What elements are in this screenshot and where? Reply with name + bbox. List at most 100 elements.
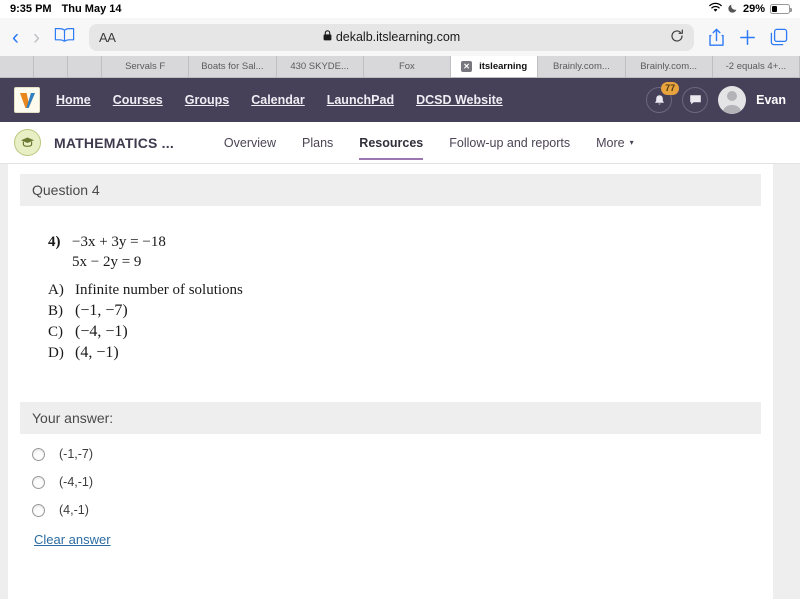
question-choice: C) (−4, −1) <box>48 323 761 341</box>
browser-tab-label: Fox <box>398 61 415 72</box>
tab-resources[interactable]: Resources <box>359 122 423 163</box>
plus-icon[interactable] <box>739 29 756 46</box>
nav-link-calendar[interactable]: Calendar <box>251 93 305 107</box>
answer-option-label: (4,-1) <box>59 503 89 517</box>
browser-tab-label: Brainly.com... <box>640 61 698 72</box>
answer-option-row[interactable]: (-4,-1) <box>32 475 761 489</box>
address-bar[interactable]: AA dekalb.itslearning.com <box>89 23 694 51</box>
browser-tab[interactable]: Brainly.com... <box>625 56 713 77</box>
browser-tab[interactable]: Fox <box>363 56 451 77</box>
reload-icon[interactable] <box>670 29 684 46</box>
test-content-card: Question 4 4) −3x + 3y = −18 5x − 2y = 9… <box>8 164 773 599</box>
browser-tab-label: Servals F <box>125 61 166 72</box>
tabs-icon[interactable] <box>770 28 788 46</box>
browser-tab-strip: Servals F Boats for Sal... 430 SKYDE... Fox… <box>0 56 800 78</box>
graduation-cap-icon <box>14 129 41 156</box>
nav-link-home[interactable]: Home <box>56 93 91 107</box>
lock-icon <box>323 30 332 44</box>
radio-button[interactable] <box>32 475 45 489</box>
question-choice: D) (4, −1) <box>48 344 761 362</box>
course-header: MATHEMATICS ... Overview Plans Resources Fo… <box>0 122 800 164</box>
status-time: 9:35 PM <box>10 3 52 15</box>
page-background: Question 4 4) −3x + 3y = −18 5x − 2y = 9… <box>0 164 800 599</box>
browser-tab-active[interactable]: ✕ itslearning <box>451 56 539 77</box>
choice-text: Infinite number of solutions <box>75 282 243 298</box>
bell-icon <box>654 94 664 104</box>
wifi-icon <box>708 2 723 16</box>
question-number: 4) <box>48 234 61 250</box>
nav-link-launchpad[interactable]: LaunchPad <box>327 93 394 107</box>
url-text: dekalb.itslearning.com <box>335 30 461 44</box>
browser-tab[interactable] <box>68 56 102 77</box>
url-text-wrap: dekalb.itslearning.com <box>89 30 694 44</box>
notification-badge: 77 <box>661 82 680 95</box>
question-image-area: 4) −3x + 3y = −18 5x − 2y = 9 A) Infinite… <box>20 206 761 402</box>
user-name[interactable]: Evan <box>756 93 786 107</box>
chevron-down-icon: ▾ <box>629 138 634 147</box>
tab-overview[interactable]: Overview <box>224 122 276 163</box>
equation-2: 5x − 2y = 9 <box>72 254 142 270</box>
nav-link-groups[interactable]: Groups <box>185 93 229 107</box>
clear-answer-link[interactable]: Clear answer <box>34 532 761 547</box>
browser-tab[interactable]: Boats for Sal... <box>189 56 277 77</box>
question-heading: Question 4 <box>20 174 761 206</box>
choice-letter: D) <box>48 345 64 361</box>
course-tab-label: Resources <box>359 135 424 150</box>
browser-tab-label: 430 SKYDE... <box>290 61 349 72</box>
course-tab-group: Overview Plans Resources Follow-up and repo… <box>224 122 634 163</box>
chat-bubble-icon <box>689 95 701 105</box>
page-title: MATHEMATICS ... <box>54 134 174 151</box>
avatar[interactable] <box>718 86 747 114</box>
choice-text: (−4, −1) <box>75 323 128 340</box>
math-problem: 4) −3x + 3y = −18 5x − 2y = 9 A) Infinite… <box>48 234 761 362</box>
browser-tab[interactable]: -2 equals 4+... <box>712 56 800 77</box>
status-date: Thu May 14 <box>61 3 122 15</box>
answer-option-row[interactable]: (4,-1) <box>32 503 761 517</box>
radio-button[interactable] <box>32 503 45 517</box>
forward-button[interactable]: › <box>33 27 40 48</box>
choice-letter: A) <box>48 282 64 298</box>
back-button[interactable]: ‹ <box>12 27 19 48</box>
itslearning-logo[interactable] <box>14 87 40 113</box>
tab-plans[interactable]: Plans <box>302 122 333 163</box>
course-tab-label: Overview <box>223 135 277 150</box>
equation-row-1: 4) −3x + 3y = −18 <box>48 234 761 251</box>
answer-options: (-1,-7) (-4,-1) (4,-1) <box>20 434 761 531</box>
question-choice: A) Infinite number of solutions <box>48 282 761 299</box>
browser-tab[interactable] <box>34 56 68 77</box>
choice-text: (−1, −7) <box>75 302 128 319</box>
tab-follow-up-and-reports[interactable]: Follow-up and reports <box>449 122 570 163</box>
course-tab-label: Follow-up and reports <box>449 135 571 150</box>
battery-icon <box>770 4 792 14</box>
browser-tab-label: itslearning <box>479 61 528 72</box>
browser-tab-label: -2 equals 4+... <box>725 61 787 72</box>
nav-link-group: Home Courses Groups Calendar LaunchPad DCSD W… <box>56 93 503 107</box>
choice-letter: B) <box>48 303 63 319</box>
browser-tab[interactable]: Brainly.com... <box>538 56 626 77</box>
choice-list: A) Infinite number of solutions B) (−1, −7)… <box>48 282 761 362</box>
moon-icon <box>728 3 738 16</box>
tab-more[interactable]: More ▾ <box>596 122 634 163</box>
your-answer-heading: Your answer: <box>20 402 761 434</box>
share-icon[interactable] <box>708 28 725 47</box>
answer-option-row[interactable]: (-1,-7) <box>32 447 761 461</box>
nav-link-courses[interactable]: Courses <box>113 93 163 107</box>
ios-status-bar: 9:35 PM Thu May 14 29% <box>0 0 800 18</box>
nav-link-dcsd-website[interactable]: DCSD Website <box>416 93 503 107</box>
course-tab-label: More <box>596 135 625 150</box>
close-icon[interactable]: ✕ <box>461 61 473 72</box>
browser-tab[interactable] <box>0 56 34 77</box>
radio-button[interactable] <box>32 447 45 461</box>
browser-tab-label: Boats for Sal... <box>201 61 264 72</box>
question-choice: B) (−1, −7) <box>48 302 761 320</box>
browser-toolbar: ‹ › AA dekalb.itslearning.com <box>0 18 800 56</box>
messages-button[interactable] <box>682 87 709 113</box>
browser-tab[interactable]: 430 SKYDE... <box>276 56 364 77</box>
book-icon[interactable] <box>54 27 75 48</box>
notifications-button[interactable]: 77 <box>646 82 680 113</box>
browser-tab-label: Brainly.com... <box>552 61 610 72</box>
answer-option-label: (-4,-1) <box>59 475 94 489</box>
browser-tab[interactable]: Servals F <box>102 56 190 77</box>
course-tab-label: Plans <box>302 135 334 150</box>
equation-1: −3x + 3y = −18 <box>72 234 166 250</box>
